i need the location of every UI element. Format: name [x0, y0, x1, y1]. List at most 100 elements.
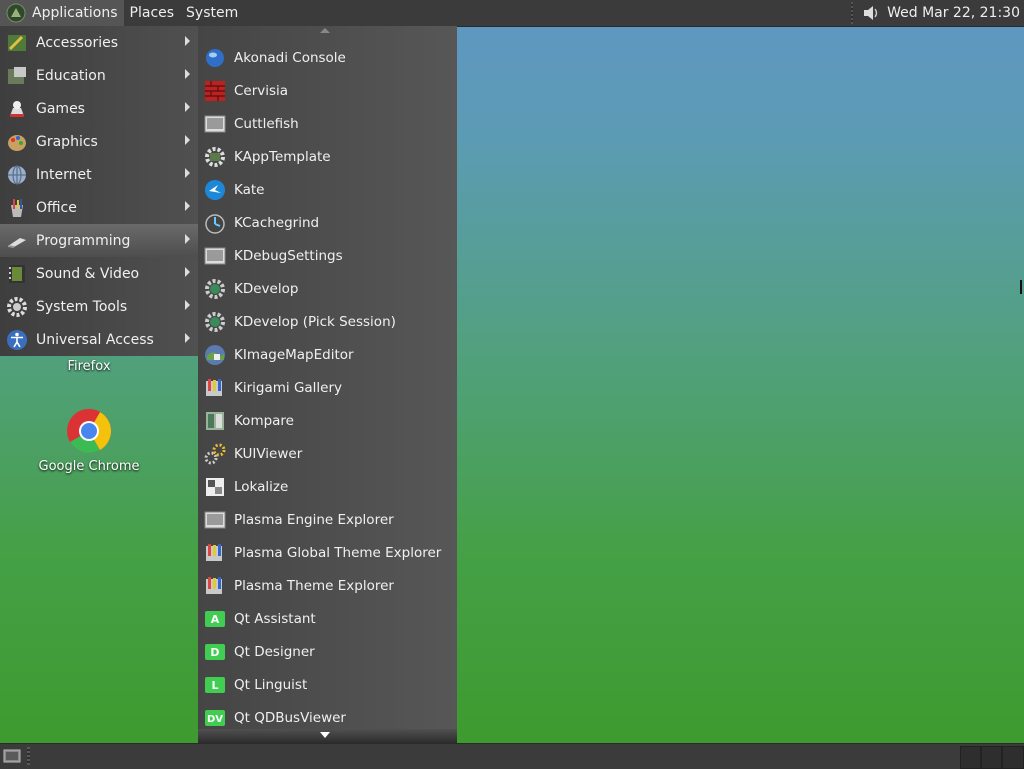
system-label: System	[186, 5, 239, 21]
cervisia-icon	[204, 80, 226, 102]
menu-item-label: KAppTemplate	[234, 148, 331, 165]
menu-item-kimagemapeditor[interactable]: KImageMapEditor	[198, 338, 457, 371]
menu-item-plasma-theme-explorer[interactable]: Plasma Theme Explorer	[198, 569, 457, 602]
menu-item-label: KImageMapEditor	[234, 346, 354, 363]
category-sound-video[interactable]: Sound & Video	[0, 257, 198, 290]
desktop-icon-firefox-label[interactable]: Firefox	[19, 359, 159, 374]
kimagemapeditor-icon	[204, 344, 226, 366]
menu-item-label: Plasma Engine Explorer	[234, 511, 394, 528]
system-menu[interactable]: System	[180, 0, 244, 26]
cuttlefish-icon	[204, 113, 226, 135]
category-label: Education	[36, 67, 106, 84]
qt-designer-icon: D	[204, 641, 226, 663]
category-accessories[interactable]: Accessories	[0, 26, 198, 59]
kirigami-gallery-icon	[204, 377, 226, 399]
panel-separator	[851, 2, 854, 24]
plasma-global-theme-explorer-icon	[204, 542, 226, 564]
kate-icon	[204, 179, 226, 201]
category-programming[interactable]: Programming	[0, 224, 198, 257]
menu-item-cuttlefish[interactable]: Cuttlefish	[198, 107, 457, 140]
menu-item-plasma-engine-explorer[interactable]: Plasma Engine Explorer	[198, 503, 457, 536]
education-icon	[6, 65, 28, 87]
category-label: Sound & Video	[36, 265, 140, 282]
applications-menu[interactable]: Applications	[0, 0, 124, 26]
menu-item-label: KCachegrind	[234, 214, 320, 231]
menu-item-label: Cuttlefish	[234, 115, 299, 132]
menu-item-qt-assistant[interactable]: A Qt Assistant	[198, 602, 457, 635]
submenu-arrow-icon	[185, 36, 190, 46]
clock[interactable]: Wed Mar 22, 21:30	[881, 5, 1024, 21]
applications-label: Applications	[32, 5, 118, 21]
menu-item-kapptemplate[interactable]: KAppTemplate	[198, 140, 457, 173]
accessories-icon	[6, 32, 28, 54]
menu-item-kdebugsettings[interactable]: KDebugSettings	[198, 239, 457, 272]
menu-item-kcachegrind[interactable]: KCachegrind	[198, 206, 457, 239]
workspace-3[interactable]	[1002, 746, 1024, 769]
category-universal-access[interactable]: Universal Access	[0, 323, 198, 356]
programming-icon	[6, 230, 28, 252]
kdevelop-icon	[204, 278, 226, 300]
category-label: Office	[36, 199, 77, 216]
menu-item-kirigami-gallery[interactable]: Kirigami Gallery	[198, 371, 457, 404]
kompare-icon	[204, 410, 226, 432]
category-label: Graphics	[36, 133, 98, 150]
svg-text:A: A	[211, 613, 220, 626]
category-system-tools[interactable]: System Tools	[0, 290, 198, 323]
menu-item-label: KDevelop (Pick Session)	[234, 313, 396, 330]
programming-submenu: Akonadi Console Cervisia Cuttlefish KApp…	[198, 26, 457, 743]
kapptemplate-icon	[204, 146, 226, 168]
menu-item-akonadi-console[interactable]: Akonadi Console	[198, 41, 457, 74]
menu-item-qt-designer[interactable]: D Qt Designer	[198, 635, 457, 668]
svg-text:D: D	[210, 646, 219, 659]
category-education[interactable]: Education	[0, 59, 198, 92]
qt-linguist-icon: L	[204, 674, 226, 696]
menu-item-label: KDevelop	[234, 280, 299, 297]
menu-item-kompare[interactable]: Kompare	[198, 404, 457, 437]
category-internet[interactable]: Internet	[0, 158, 198, 191]
workspace-2[interactable]	[981, 746, 1002, 769]
scroll-down-area[interactable]	[198, 729, 457, 743]
category-graphics[interactable]: Graphics	[0, 125, 198, 158]
desktop-icon-google-chrome-label[interactable]: Google Chrome	[19, 459, 159, 474]
universal-access-icon	[6, 329, 28, 351]
category-label: Universal Access	[36, 331, 154, 348]
lokalize-icon	[204, 476, 226, 498]
menu-item-label: Qt Assistant	[234, 610, 316, 627]
menu-item-kate[interactable]: Kate	[198, 173, 457, 206]
akonadi-console-icon	[204, 47, 226, 69]
submenu-arrow-icon	[185, 234, 190, 244]
system-tools-icon	[6, 296, 28, 318]
google-chrome-icon[interactable]	[66, 408, 112, 454]
menu-item-label: KDebugSettings	[234, 247, 343, 264]
menu-item-cervisia[interactable]: Cervisia	[198, 74, 457, 107]
submenu-arrow-icon	[185, 333, 190, 343]
menu-item-label: Lokalize	[234, 478, 289, 495]
qt-qdbusviewer-icon: DV	[204, 707, 226, 729]
scroll-down-arrow-icon	[320, 732, 330, 738]
menu-item-plasma-global-theme-explorer[interactable]: Plasma Global Theme Explorer	[198, 536, 457, 569]
places-label: Places	[129, 5, 175, 21]
category-games[interactable]: Games	[0, 92, 198, 125]
menu-item-label: Plasma Theme Explorer	[234, 577, 394, 594]
submenu-arrow-icon	[185, 300, 190, 310]
menu-item-kdevelop[interactable]: KDevelop	[198, 272, 457, 305]
menu-item-lokalize[interactable]: Lokalize	[198, 470, 457, 503]
scroll-up-arrow-icon[interactable]	[320, 28, 330, 33]
qt-assistant-icon: A	[204, 608, 226, 630]
menu-item-kuiviewer[interactable]: KUIViewer	[198, 437, 457, 470]
menu-item-qt-linguist[interactable]: L Qt Linguist	[198, 668, 457, 701]
mouse-cursor-icon	[1020, 280, 1024, 294]
menu-item-kdevelop-pick-session[interactable]: KDevelop (Pick Session)	[198, 305, 457, 338]
submenu-arrow-icon	[185, 135, 190, 145]
menu-item-label: Qt Designer	[234, 643, 315, 660]
speaker-icon[interactable]	[861, 3, 881, 23]
plasma-theme-explorer-icon	[204, 575, 226, 597]
plasma-engine-explorer-icon	[204, 509, 226, 531]
places-menu[interactable]: Places	[124, 0, 181, 26]
graphics-icon	[6, 131, 28, 153]
system-tray: Wed Mar 22, 21:30	[851, 0, 1024, 26]
submenu-arrow-icon	[185, 267, 190, 277]
show-desktop-icon[interactable]	[3, 748, 21, 764]
category-office[interactable]: Office	[0, 191, 198, 224]
workspace-1[interactable]	[960, 746, 981, 769]
